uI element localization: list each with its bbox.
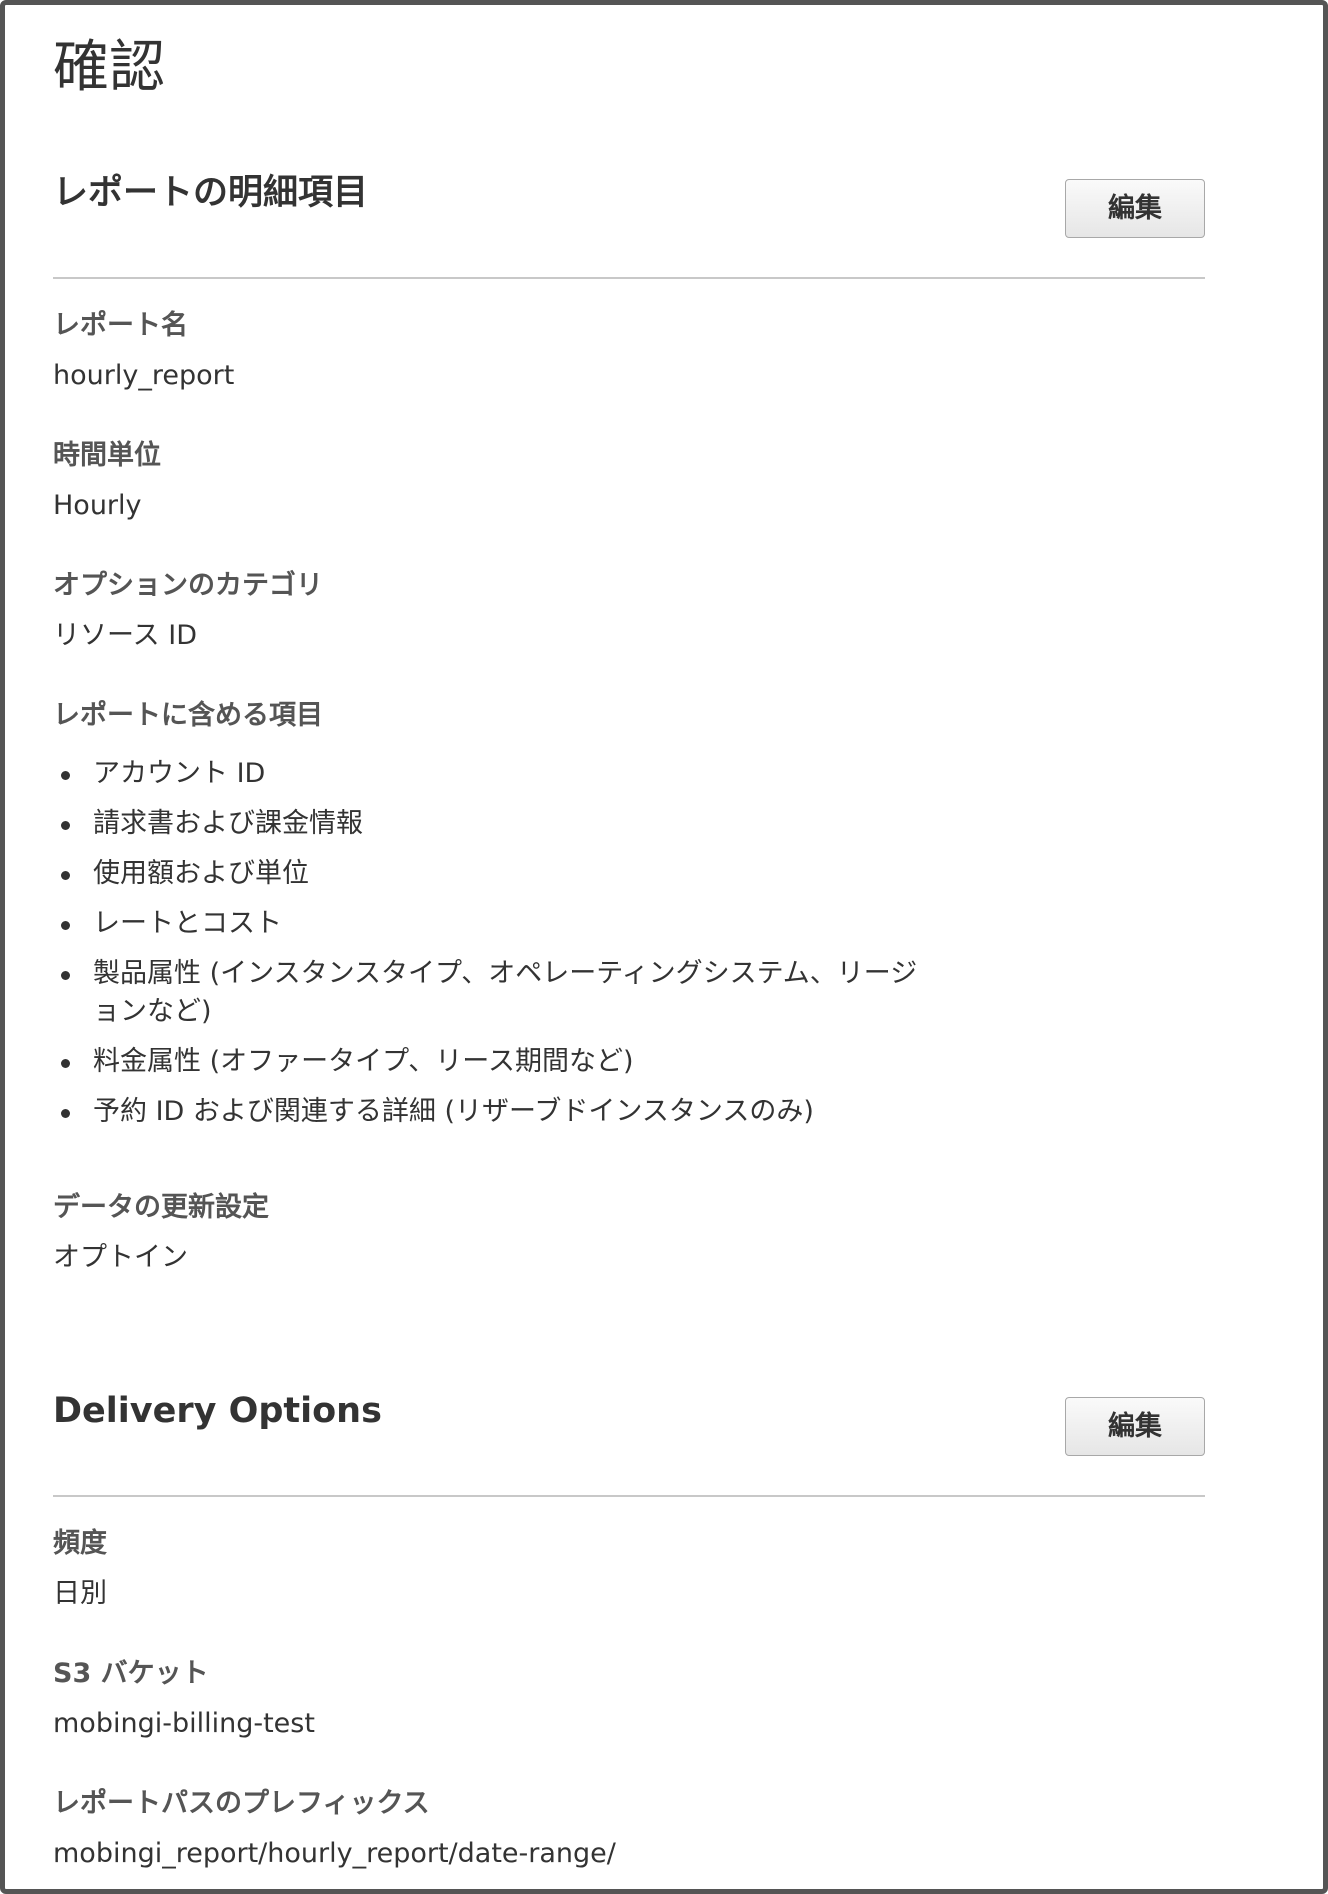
bullet-icon <box>61 1109 70 1118</box>
report-details-header: レポートの明細項目 編集 <box>53 173 1205 273</box>
list-item: レートとコスト <box>53 905 953 943</box>
bullet-icon <box>61 1059 70 1068</box>
report-path-prefix-label: レポートパスのプレフィックス <box>53 1788 430 1819</box>
bullet-icon <box>61 771 70 780</box>
delivery-options-title: Delivery Options <box>53 1391 382 1431</box>
report-details-divider <box>53 277 1205 279</box>
list-item: 請求書および課金情報 <box>53 805 953 843</box>
report-details-title: レポートの明細項目 <box>53 173 369 213</box>
delivery-options-header: Delivery Options 編集 <box>53 1391 1205 1491</box>
list-item: 製品属性 (インスタンスタイプ、オペレーティングシステム、リージョンなど) <box>53 955 953 1031</box>
list-item: 料金属性 (オファータイプ、リース期間など) <box>53 1043 953 1081</box>
frequency-value: 日別 <box>53 1578 107 1609</box>
included-items-label: レポートに含める項目 <box>53 700 323 731</box>
list-item: 予約 ID および関連する詳細 (リザーブドインスタンスのみ) <box>53 1093 953 1131</box>
time-unit-label: 時間単位 <box>53 440 161 471</box>
edit-delivery-options-button[interactable]: 編集 <box>1065 1397 1205 1456</box>
delivery-options-divider <box>53 1495 1205 1497</box>
bullet-icon <box>61 921 70 930</box>
report-name-value: hourly_report <box>53 360 235 391</box>
s3-bucket-label: S3 バケット <box>53 1658 209 1689</box>
optional-category-label: オプションのカテゴリ <box>53 570 323 601</box>
window-frame: 確認 レポートの明細項目 編集 レポート名 hourly_report 時間単位… <box>0 0 1328 1894</box>
report-path-prefix-value: mobingi_report/hourly_report/date-range/ <box>53 1838 616 1869</box>
report-details-section: レポートの明細項目 編集 レポート名 hourly_report 時間単位 Ho… <box>53 173 1205 1273</box>
frequency-label: 頻度 <box>53 1528 107 1559</box>
report-name-label: レポート名 <box>53 310 188 341</box>
delivery-options-section: Delivery Options 編集 頻度 日別 S3 バケット mobing… <box>53 1391 1205 1891</box>
optional-category-value: リソース ID <box>53 620 197 651</box>
bullet-icon <box>61 871 70 880</box>
included-items-list: アカウント ID 請求書および課金情報 使用額および単位 レートとコスト 製品属… <box>53 755 953 1143</box>
list-item: 使用額および単位 <box>53 855 953 893</box>
bullet-icon <box>61 971 70 980</box>
edit-report-details-button[interactable]: 編集 <box>1065 179 1205 238</box>
data-refresh-label: データの更新設定 <box>53 1192 269 1223</box>
list-item: アカウント ID <box>53 755 953 793</box>
time-unit-value: Hourly <box>53 490 142 521</box>
s3-bucket-value: mobingi-billing-test <box>53 1708 315 1739</box>
data-refresh-value: オプトイン <box>53 1242 188 1273</box>
bullet-icon <box>61 821 70 830</box>
page-title: 確認 <box>53 35 165 100</box>
